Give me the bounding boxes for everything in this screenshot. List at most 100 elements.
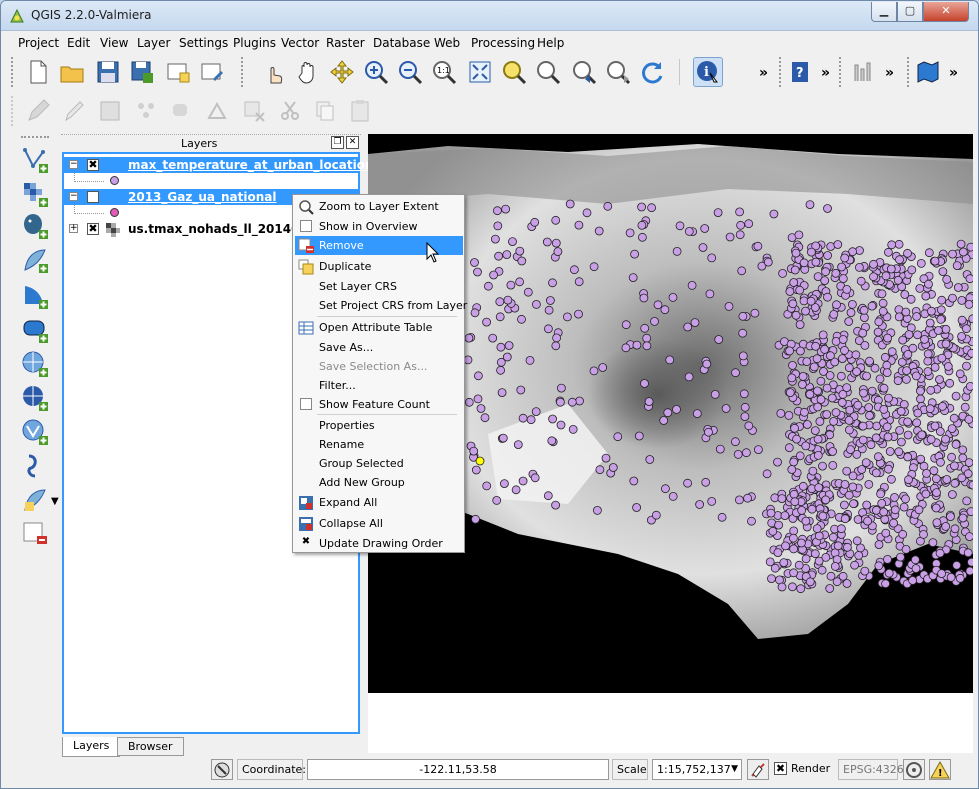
zoom-to-layer-icon[interactable] <box>533 57 563 87</box>
menu-view[interactable]: View <box>100 36 128 50</box>
save-as-icon[interactable] <box>127 57 157 87</box>
save-project-icon[interactable] <box>93 57 123 87</box>
menu-item-set-layer-crs[interactable]: Set Layer CRS <box>295 277 463 296</box>
cut-features-icon[interactable] <box>275 96 305 126</box>
pan-to-selection-icon[interactable] <box>327 57 357 87</box>
menu-item-open-attribute-table[interactable]: Open Attribute Table <box>295 318 463 337</box>
warning-icon[interactable]: ! <box>929 759 951 780</box>
toolbar-grip[interactable] <box>11 57 15 87</box>
composer-manager-icon[interactable] <box>197 57 227 87</box>
menu-item-update-drawing-order[interactable]: ✖ Update Drawing Order <box>295 534 463 553</box>
menu-item-show-in-overview[interactable]: Show in Overview <box>295 217 463 236</box>
menu-help[interactable]: Help <box>537 36 564 50</box>
move-feature-icon[interactable] <box>167 96 197 126</box>
add-feature-icon[interactable] <box>131 96 161 126</box>
toolbar-grip[interactable] <box>11 96 15 126</box>
open-project-icon[interactable] <box>57 57 87 87</box>
render-checkbox[interactable]: ✖ <box>774 762 787 775</box>
add-wcs-layer-icon[interactable] <box>21 384 49 412</box>
menu-processing[interactable]: Processing <box>471 36 535 50</box>
new-shapefile-layer-icon[interactable] <box>21 486 49 514</box>
menu-item-zoom-to-layer[interactable]: Zoom to Layer Extent <box>295 197 463 216</box>
touch-zoom-icon[interactable] <box>259 57 289 87</box>
scale-combobox[interactable]: 1:15,752,137 ▼ <box>652 759 742 780</box>
menu-item-add-new-group[interactable]: Add New Group <box>295 473 463 492</box>
menu-item-properties[interactable]: Properties <box>295 416 463 435</box>
help-contents-icon[interactable]: ? <box>785 57 815 87</box>
add-vector-layer-icon[interactable] <box>21 146 49 174</box>
add-postgis-layer-icon[interactable] <box>21 212 49 240</box>
menu-item-filter[interactable]: Filter... <box>295 376 463 395</box>
zoom-out-icon[interactable] <box>395 57 425 87</box>
add-wfs-layer-icon[interactable] <box>21 418 49 446</box>
menu-item-collapse-all[interactable]: Collapse All <box>295 514 463 533</box>
menu-vector[interactable]: Vector <box>281 36 319 50</box>
toolbar-grip[interactable] <box>907 57 911 87</box>
float-panel-button[interactable]: ❐ <box>331 136 344 149</box>
expand-toggle[interactable]: + <box>69 224 78 233</box>
menu-item-save-as[interactable]: Save As... <box>295 338 463 357</box>
tab-layers[interactable]: Layers <box>62 737 121 757</box>
crs-status-button[interactable]: EPSG:4326 <box>838 759 904 780</box>
zoom-actual-size-icon[interactable]: 1:1 <box>429 57 459 87</box>
remove-layer-icon[interactable] <box>21 520 49 548</box>
new-print-composer-icon[interactable] <box>163 57 193 87</box>
menu-edit[interactable]: Edit <box>67 36 90 50</box>
layer-row-max-temperature[interactable]: − ✖ max_temperature_at_urban_locations <box>64 157 381 173</box>
toggle-editing-icon[interactable] <box>59 96 89 126</box>
toolbar-grip[interactable] <box>839 57 843 87</box>
minimize-button[interactable]: ▁ <box>871 2 897 22</box>
layer-visibility-checkbox[interactable] <box>87 191 99 203</box>
toolbar-overflow-2[interactable]: » <box>821 65 830 81</box>
paste-features-icon[interactable] <box>345 96 375 126</box>
menu-settings[interactable]: Settings <box>179 36 228 50</box>
toolbar-overflow-1[interactable]: » <box>759 65 768 81</box>
zoom-to-selection-icon[interactable] <box>499 57 529 87</box>
layer-visibility-checkbox[interactable]: ✖ <box>87 159 99 171</box>
menu-raster[interactable]: Raster <box>326 36 365 50</box>
menu-layer[interactable]: Layer <box>137 36 170 50</box>
menu-item-rename[interactable]: Rename <box>295 435 463 454</box>
delete-selected-icon[interactable] <box>239 96 269 126</box>
add-mssql-layer-icon[interactable] <box>21 282 49 310</box>
node-tool-icon[interactable] <box>203 96 233 126</box>
georeferencer-icon[interactable] <box>913 57 943 87</box>
identify-features-icon[interactable]: i <box>693 57 723 87</box>
add-spatialite-layer-icon[interactable] <box>21 246 49 274</box>
toolbar-overflow-3[interactable]: » <box>885 65 894 81</box>
menu-project[interactable]: Project <box>18 36 59 50</box>
copy-features-icon[interactable] <box>309 96 339 126</box>
add-raster-layer-icon[interactable] <box>21 180 49 208</box>
toolbar-overflow-4[interactable]: » <box>949 65 958 81</box>
menu-item-group-selected[interactable]: Group Selected <box>295 454 463 473</box>
toolbar-grip[interactable] <box>241 57 245 87</box>
menu-database[interactable]: Database <box>373 36 430 50</box>
layer-visibility-checkbox[interactable]: ✖ <box>87 223 99 235</box>
collapse-toggle[interactable]: − <box>69 192 78 201</box>
add-oracle-layer-icon[interactable] <box>21 316 49 344</box>
new-project-icon[interactable] <box>23 57 53 87</box>
toolbar-grip[interactable] <box>21 136 49 140</box>
menu-item-set-project-crs[interactable]: Set Project CRS from Layer <box>295 296 467 315</box>
zoom-last-icon[interactable] <box>569 57 599 87</box>
current-edits-icon[interactable] <box>23 96 53 126</box>
messages-icon[interactable] <box>211 759 233 780</box>
coordinate-field[interactable]: -122.11,53.58 <box>307 759 609 780</box>
pan-map-icon[interactable] <box>293 57 323 87</box>
stop-rendering-icon[interactable] <box>747 759 769 780</box>
new-layer-dropdown-arrow[interactable]: ▼ <box>51 496 59 507</box>
toolbar-grip[interactable] <box>779 57 783 87</box>
menu-item-show-feature-count[interactable]: Show Feature Count <box>295 395 463 414</box>
menu-item-expand-all[interactable]: Expand All <box>295 493 463 512</box>
raster-histogram-icon[interactable] <box>849 57 879 87</box>
tab-browser[interactable]: Browser <box>117 737 184 756</box>
projection-icon[interactable] <box>903 759 925 780</box>
zoom-full-icon[interactable] <box>465 57 495 87</box>
menu-plugins[interactable]: Plugins <box>233 36 276 50</box>
save-edits-icon[interactable] <box>95 96 125 126</box>
maximize-button[interactable]: ▢ <box>897 2 923 22</box>
collapse-toggle[interactable]: − <box>69 160 78 169</box>
close-button[interactable]: ✕ <box>923 2 969 22</box>
zoom-next-icon[interactable] <box>603 57 633 87</box>
refresh-icon[interactable] <box>637 57 667 87</box>
